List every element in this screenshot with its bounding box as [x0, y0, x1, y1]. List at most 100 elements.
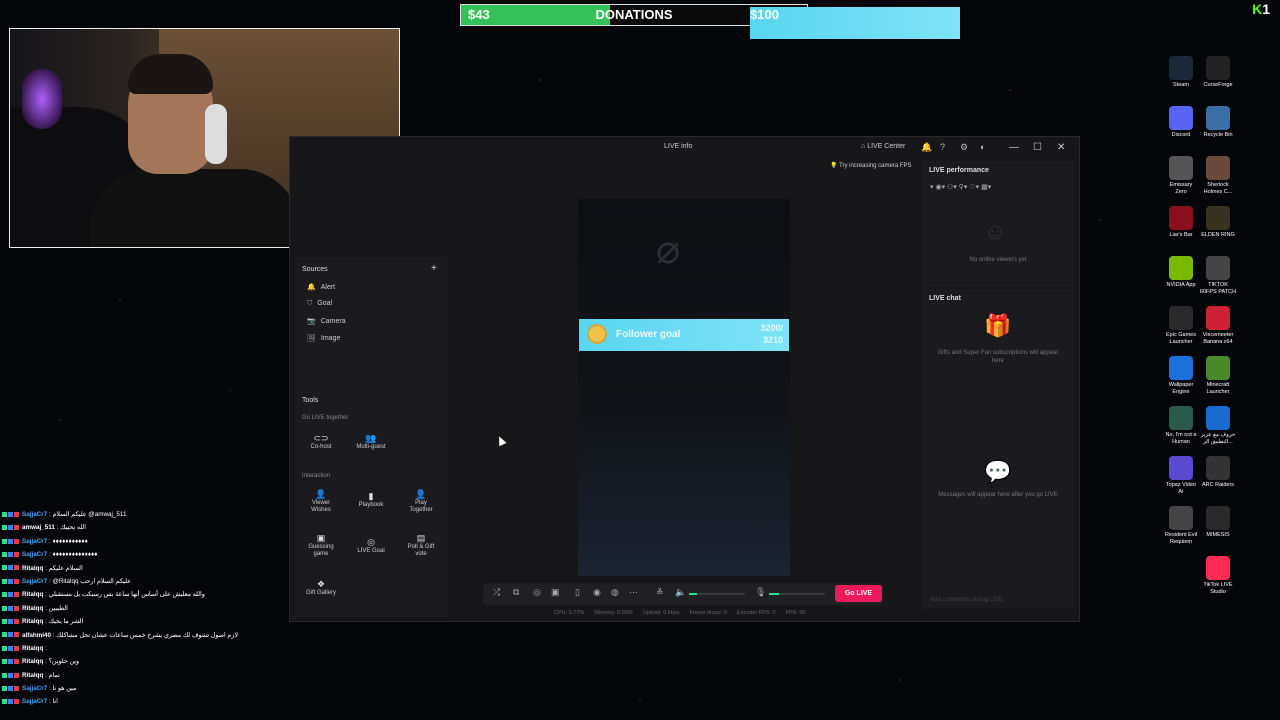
- chat-text: : الطيبين: [43, 604, 68, 612]
- playbook-button[interactable]: ▮ Playbook: [349, 491, 393, 509]
- headphones-icon: [205, 104, 227, 164]
- voicemeeter-icon: [1206, 306, 1230, 330]
- chat-username: Ritalqq: [22, 591, 44, 599]
- effects-icon[interactable]: ⤮: [493, 587, 500, 598]
- stream-chat-overlay: SajjaCr7 : عليكم السلام @amwaj_511 amwaj_…: [2, 508, 242, 709]
- chat-message: Ritalqq : السلام عليكم: [2, 562, 242, 575]
- desktop-shortcut-recycle-bin[interactable]: Recycle Bin: [1195, 106, 1241, 139]
- chat-badge-icon: [2, 645, 7, 651]
- maximize-button[interactable]: ☐: [1033, 142, 1042, 153]
- source-item-image[interactable]: 🖼 Image: [307, 334, 340, 342]
- chat-message: Ritalqq : تمام: [2, 669, 242, 682]
- tiktok-patch-icon: [1206, 256, 1230, 280]
- chat-username: Ritalqq: [22, 564, 44, 572]
- tools-title: Tools: [302, 397, 319, 404]
- desktop-shortcut-curseforge[interactable]: CurseForge: [1195, 56, 1241, 89]
- chat-message: SajjaCr7 : ♦♦♦♦♦♦♦♦♦♦♦: [2, 535, 242, 548]
- live-center-button[interactable]: ⌂ LIVE Center: [861, 143, 905, 150]
- desktop-shortcut-tiktok-patch[interactable]: TIKTOK 60FPS PATCH: [1195, 256, 1241, 295]
- mic-volume-slider[interactable]: [769, 593, 825, 595]
- chat-badge-icon: [2, 685, 7, 691]
- chat-message: Ritalqq : والله معليش على أساس أنها ساعة…: [2, 588, 242, 601]
- chat-badge-icon: [14, 685, 19, 691]
- multiguest-button[interactable]: 👥 Multi-guest: [349, 434, 393, 451]
- more-icon[interactable]: ⋯: [629, 587, 638, 598]
- camera-icon[interactable]: ◍: [611, 587, 619, 598]
- source-item-camera[interactable]: 📷 Camera: [307, 317, 346, 325]
- bell-icon[interactable]: 🔔: [921, 142, 932, 153]
- phone-icon[interactable]: ▯: [575, 587, 580, 598]
- chat-text: : انا: [47, 698, 58, 706]
- desktop-shortcut-arabic-app[interactable]: حروف مع عزيز التطبيق الر...: [1195, 406, 1241, 445]
- not-human-icon: [1169, 406, 1193, 430]
- interaction-label: Interaction: [302, 473, 331, 479]
- chat-message: SajjaCr7 : انا: [2, 695, 242, 708]
- desktop-shortcut-elden-ring[interactable]: ELDEN RING: [1195, 206, 1241, 239]
- help-icon[interactable]: ?: [940, 142, 945, 152]
- desktop-shortcut-voicemeeter[interactable]: Voicemeeter Banana x64: [1195, 306, 1241, 345]
- chat-badge-icon: [14, 525, 19, 531]
- chat-badge-icon: [2, 552, 7, 557]
- chat-username: Ritalqq: [22, 618, 44, 626]
- chat-message: Ritalqq : وين حلوين؟: [2, 655, 242, 668]
- viewer-wishes-button[interactable]: 👤 Viewer Wishes: [299, 490, 343, 514]
- chat-badge-icon: [2, 592, 7, 598]
- chat-username: Ritalqq: [22, 644, 44, 652]
- layout-icon[interactable]: ⧉: [513, 587, 519, 598]
- chat-badge-icon: [2, 659, 7, 665]
- live-goal-button[interactable]: ◎ LIVE Goal: [349, 538, 393, 555]
- chat-message: amwaj_511 : الله يحييك: [2, 521, 242, 534]
- mixer-icon[interactable]: ≚: [656, 587, 664, 598]
- goal-icon: ⛉: [307, 300, 313, 307]
- close-button[interactable]: ✕: [1057, 142, 1065, 153]
- desktop-shortcut-mimesis[interactable]: MIMESIS: [1195, 506, 1241, 539]
- live-chat-panel: LIVE chat 🎁 Gifts and Super Fan subscrip…: [922, 289, 1074, 609]
- play-together-button[interactable]: 👤 Play Together: [399, 490, 443, 514]
- chat-badge-icon: [8, 672, 13, 678]
- add-source-button[interactable]: +: [431, 263, 437, 274]
- desktop-shortcut-minecraft[interactable]: Minecraft Launcher: [1195, 356, 1241, 395]
- cohost-button[interactable]: ⊂⊃ Co-host: [299, 434, 343, 451]
- camera-icon: 📷: [307, 318, 316, 325]
- kick-count: 1: [1262, 1, 1270, 17]
- gear-icon[interactable]: ⚙: [960, 142, 968, 153]
- chat-badge-icon: [14, 511, 19, 517]
- steam-icon: [1169, 56, 1193, 80]
- record-icon[interactable]: ◉: [593, 587, 601, 598]
- desktop-shortcut-arc-raiders[interactable]: ARC Raiders: [1195, 456, 1241, 489]
- minimize-button[interactable]: —: [1009, 142, 1019, 153]
- curseforge-icon: [1206, 56, 1230, 80]
- chat-badge-icon: [2, 672, 7, 678]
- gift-gallery-button[interactable]: ❖ Gift Gallery: [299, 580, 343, 597]
- chat-input[interactable]: Add comments during LIVE: [930, 597, 1003, 603]
- desktop-shortcut-sherlock[interactable]: Sherlock Holmes C...: [1195, 156, 1241, 195]
- chat-badge-icon: [8, 632, 13, 638]
- liars-bar-icon: [1169, 206, 1193, 230]
- control-toolbar: ⤮ ⧉ ◎ ▣ ▯ ◉ ◍ ⋯ ≚ 🔈 🎙: [483, 583, 883, 605]
- follower-goal-widget[interactable]: Follower goal 3200/3210: [579, 319, 789, 351]
- source-item-goal[interactable]: ⛉ Goal: [307, 300, 332, 308]
- screen-icon[interactable]: ▣: [551, 587, 560, 598]
- avatar-icon[interactable]: ◐: [980, 142, 985, 152]
- chat-text: : وين حلوين؟: [43, 658, 80, 666]
- window-title: LIVE info: [664, 143, 693, 150]
- chat-badge-icon: [14, 645, 19, 651]
- desktop-shortcut-tiktok-studio[interactable]: TikTok LIVE Studio: [1195, 556, 1241, 595]
- chat-badge-icon: [8, 645, 13, 651]
- speaker-volume-slider[interactable]: [689, 593, 745, 595]
- guessing-icon: ▣: [316, 533, 326, 543]
- chat-badge-icon: [14, 605, 19, 611]
- playbook-icon: ▮: [368, 491, 374, 501]
- elden-ring-icon: [1206, 206, 1230, 230]
- chat-badge-icon: [8, 618, 13, 624]
- chat-badge-icon: [14, 672, 19, 678]
- chat-text: : مين هو نا: [47, 685, 77, 693]
- title-bar: LIVE info ⌂ LIVE Center 🔔 ? ⚙ ◐ — ☐ ✕: [290, 137, 1079, 159]
- poll-gift-vote-button[interactable]: ▤ Poll & Gift vote: [399, 534, 443, 558]
- mic-icon[interactable]: 🎙: [755, 587, 766, 598]
- speaker-icon[interactable]: 🔈: [675, 587, 686, 598]
- source-item-alert[interactable]: 🔔 Alert: [307, 283, 335, 291]
- guessing-game-button[interactable]: ▣ Guessing game: [299, 533, 343, 558]
- filter-icon[interactable]: ◎: [533, 587, 541, 598]
- go-live-button[interactable]: Go LIVE: [835, 585, 882, 602]
